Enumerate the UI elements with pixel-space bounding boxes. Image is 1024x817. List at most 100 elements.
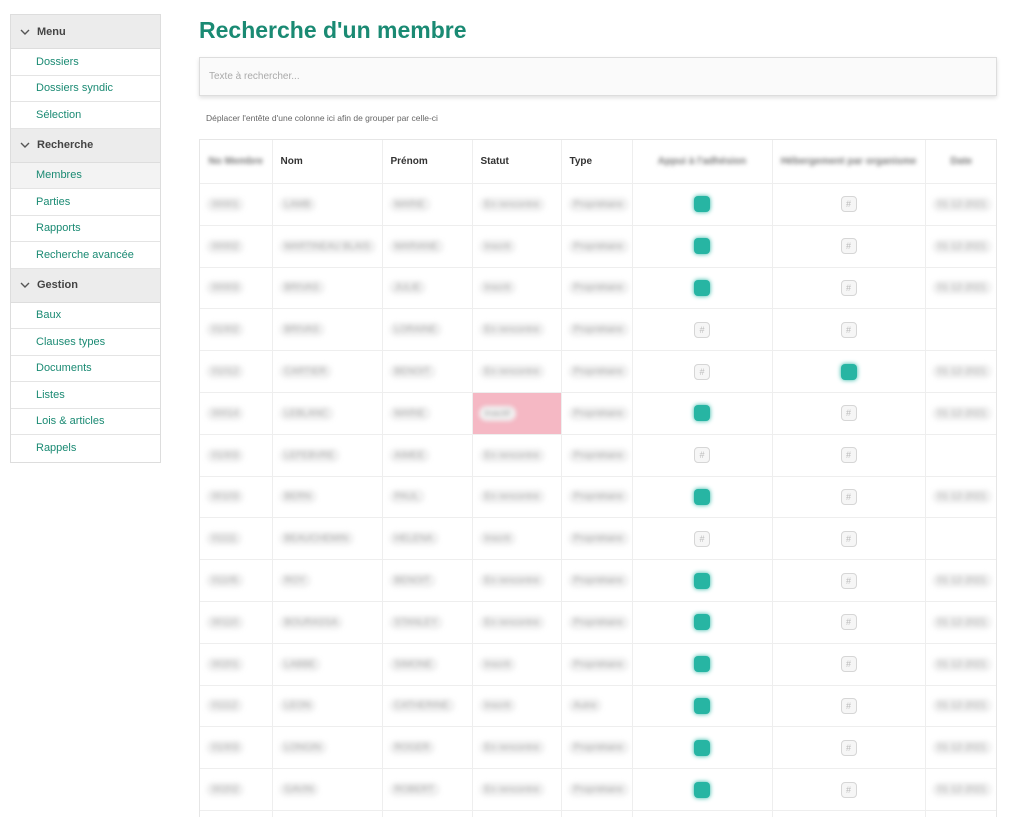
checkbox-unchecked[interactable]: # xyxy=(840,656,857,673)
cell-value: 01105 xyxy=(206,573,244,589)
column-header-date[interactable]: Date xyxy=(925,140,996,184)
table-row[interactable]: 01003 LONGIN ROGER En rencontre Propriétaire… xyxy=(200,726,996,770)
checkbox-checked[interactable] xyxy=(694,279,710,296)
cell-value: MARIE xyxy=(388,405,431,421)
checkbox-checked[interactable] xyxy=(694,781,710,798)
checkbox-unchecked[interactable]: # xyxy=(840,697,857,714)
cell-value: CATHERINE xyxy=(388,698,455,714)
sidebar-item[interactable]: Documents xyxy=(11,356,160,382)
checkbox-unchecked[interactable]: # xyxy=(840,572,857,589)
checkbox-checked[interactable] xyxy=(694,238,710,255)
sidebar-section-menu[interactable]: Menu xyxy=(11,15,160,49)
checkbox-checked[interactable] xyxy=(694,405,710,422)
sidebar-item[interactable]: Dossiers xyxy=(11,49,160,76)
checkbox-unchecked[interactable]: # xyxy=(840,321,857,338)
column-header-id[interactable]: No Membre xyxy=(200,140,273,184)
cell-prenom: LORAINE xyxy=(382,308,473,352)
checkbox-checked[interactable] xyxy=(694,572,710,589)
checkbox-checked[interactable] xyxy=(694,488,710,505)
cell-value: 01-12-2021 xyxy=(931,238,993,254)
group-by-drop-zone[interactable]: Déplacer l'entête d'une colonne ici afin… xyxy=(206,113,438,123)
checkbox-unchecked[interactable]: # xyxy=(840,279,857,296)
cell-a xyxy=(632,392,773,435)
sidebar-item[interactable]: Membres xyxy=(11,162,160,189)
checkbox-unchecked[interactable]: # xyxy=(694,321,710,338)
sidebar-item[interactable]: Rapports xyxy=(11,216,160,242)
column-header-a[interactable]: Appui à l'adhésion xyxy=(632,140,773,184)
cell-a xyxy=(632,267,773,310)
table-row[interactable]: 00001 LAMB MARIE En rencontre Propriétaire #0… xyxy=(200,183,996,226)
checkbox-unchecked[interactable]: # xyxy=(694,530,710,547)
checkbox-unchecked[interactable]: # xyxy=(840,614,857,631)
checkbox-checked[interactable] xyxy=(694,196,710,213)
checkbox-unchecked[interactable]: # xyxy=(840,530,857,547)
cell-value: PAUL xyxy=(388,489,425,505)
table-row[interactable]: 00014 LEBLANC MARIE Inactif Propriétaire #01-… xyxy=(200,392,996,435)
cell-value: LEFEBVRE xyxy=(278,447,341,463)
column-header-b[interactable]: Hébergement par organisme xyxy=(772,140,926,184)
column-header-prenom[interactable]: Prénom xyxy=(382,140,473,184)
sidebar-item[interactable]: Parties xyxy=(11,189,160,216)
members-grid: No Membre Nom Prénom Statut Type Appui à l'ad… xyxy=(199,139,997,817)
table-row[interactable]: 00202 GAVIN ROBERT En rencontre Propriétaire… xyxy=(200,768,996,811)
sidebar-item[interactable]: Clauses types xyxy=(11,329,160,356)
sidebar-item[interactable]: Recherche avancée xyxy=(11,242,160,269)
checkbox-unchecked[interactable]: # xyxy=(840,405,857,422)
cell-value: LAMB xyxy=(278,196,317,212)
table-row[interactable]: 01003 LEFEBVRE AIMEE En rencontre Propriétai… xyxy=(200,434,996,477)
chevron-down-icon xyxy=(19,279,37,291)
column-header-statut[interactable]: Statut xyxy=(472,140,562,184)
sidebar-item[interactable]: Rappels xyxy=(11,435,160,462)
cell-id: 01111 xyxy=(200,517,273,561)
cell-prenom: MARIANE xyxy=(382,225,473,268)
table-row[interactable]: 00003 BRIVAS JULIE Inscrit Propriétaire #01-1… xyxy=(200,267,996,310)
cell-value: MARTINEAU BLAIS xyxy=(278,238,376,254)
checkbox-checked[interactable] xyxy=(840,363,857,380)
table-row[interactable]: 00110 BOURASSA STANLEY En rencontre Propriét… xyxy=(200,601,996,644)
table-row[interactable]: 00103 BERN PAUL En rencontre Propriétaire #01… xyxy=(200,476,996,519)
sidebar-item[interactable]: Sélection xyxy=(11,102,160,129)
cell-value: 01003 xyxy=(206,447,245,463)
table-row[interactable]: 00201 LABBE SIMONE Inscrit Propriétaire #01-1… xyxy=(200,643,996,686)
table-row[interactable]: 01012 CARTIER BENOIT En rencontre Propriétai… xyxy=(200,350,996,393)
sidebar-item[interactable]: Dossiers syndic xyxy=(11,76,160,102)
cell-a xyxy=(632,183,773,226)
column-header-nom[interactable]: Nom xyxy=(272,140,383,184)
checkbox-checked[interactable] xyxy=(694,739,710,756)
cell-value: 00002 xyxy=(206,238,245,254)
cell-value: 00201 xyxy=(206,656,245,672)
cell-nom: LONGIN xyxy=(272,726,383,770)
checkbox-checked[interactable] xyxy=(694,697,710,714)
cell-b: # xyxy=(772,392,926,435)
checkbox-unchecked[interactable]: # xyxy=(840,447,857,464)
column-header-type[interactable]: Type xyxy=(561,140,633,184)
checkbox-unchecked[interactable]: # xyxy=(840,488,857,505)
table-row[interactable]: 01112 LEON CATHERINE Inscrit Autre #01-12-202… xyxy=(200,685,996,728)
table-row[interactable]: 01002 BRIVAS LORAINE En rencontre Propriétai… xyxy=(200,308,996,352)
sidebar-section-gestion[interactable]: Gestion xyxy=(11,268,160,303)
cell-value: 01-12-2021 xyxy=(931,489,993,505)
table-row[interactable]: 01105 ROY BENOIT En rencontre Propriétaire #0… xyxy=(200,559,996,602)
sidebar-item[interactable]: Baux xyxy=(11,303,160,329)
table-row[interactable] xyxy=(200,810,996,817)
checkbox-checked[interactable] xyxy=(694,614,710,631)
checkbox-unchecked[interactable]: # xyxy=(694,447,710,464)
table-row[interactable]: 01111 BEAUCHEMIN HELENA Inscrit Propriétaire… xyxy=(200,517,996,561)
cell-value: JULIE xyxy=(388,280,427,296)
cell-value: LEON xyxy=(278,698,317,714)
checkbox-unchecked[interactable]: # xyxy=(694,363,710,380)
table-row[interactable]: 00002 MARTINEAU BLAIS MARIANE Inscrit Propri… xyxy=(200,225,996,268)
search-input[interactable] xyxy=(199,57,997,96)
checkbox-unchecked[interactable]: # xyxy=(840,781,857,798)
checkbox-unchecked[interactable]: # xyxy=(840,238,857,255)
checkbox-unchecked[interactable]: # xyxy=(840,196,857,213)
sidebar-item[interactable]: Lois & articles xyxy=(11,409,160,435)
cell-nom: LEBLANC xyxy=(272,392,383,435)
chevron-down-icon xyxy=(19,139,37,151)
sidebar-section-recherche[interactable]: Recherche xyxy=(11,128,160,163)
column-header-label: Prénom xyxy=(390,156,428,167)
cell-statut: Inscrit xyxy=(472,225,562,268)
checkbox-unchecked[interactable]: # xyxy=(840,739,857,756)
sidebar-item[interactable]: Listes xyxy=(11,382,160,409)
checkbox-checked[interactable] xyxy=(694,656,710,673)
